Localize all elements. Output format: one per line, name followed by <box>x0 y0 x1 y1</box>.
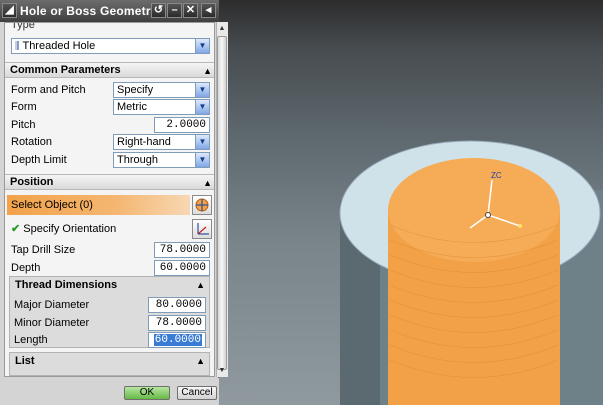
scroll-down-icon[interactable]: ▼ <box>217 365 227 377</box>
length-label: Length <box>14 334 48 346</box>
list-header[interactable]: List ▲ <box>10 353 209 369</box>
csys-icon <box>197 223 209 235</box>
form-and-pitch-label: Form and Pitch <box>11 84 86 96</box>
chevron-up-icon[interactable]: ▲ <box>196 353 205 369</box>
hole-or-boss-dialog: ◢ Hole or Boss Geometry ↺ – ✕ ◂ Type ⫼ T… <box>0 0 228 405</box>
thread-hole-top <box>388 158 560 262</box>
pitch-input[interactable]: 2.0000 <box>154 117 210 133</box>
minor-diameter-label: Minor Diameter <box>14 317 90 329</box>
major-diameter-label: Major Diameter <box>14 299 90 311</box>
type-dropdown[interactable]: ⫼ Threaded Hole ▼ <box>11 38 210 54</box>
more-icon[interactable]: ◂ <box>201 3 216 18</box>
rotation-dropdown[interactable]: Right-hand ▼ <box>113 134 210 150</box>
position-header[interactable]: Position ▲ <box>5 174 214 191</box>
list-label: List <box>15 355 35 367</box>
position-label: Position <box>10 176 54 188</box>
form-label: Form <box>11 101 37 113</box>
close-icon[interactable]: ✕ <box>183 3 198 18</box>
chevron-up-icon[interactable]: ▲ <box>203 176 212 191</box>
scrollbar-thumb[interactable] <box>217 36 227 370</box>
point-select-icon <box>195 198 209 212</box>
specify-orientation-row[interactable]: ✔ Specify Orientation <box>11 221 116 237</box>
chevron-up-icon[interactable]: ▲ <box>203 64 212 79</box>
length-input[interactable]: 60.0000 <box>148 332 206 348</box>
hole-geometry-icon: ◢ <box>2 3 17 18</box>
thread-dimensions-header[interactable]: Thread Dimensions ▲ <box>10 277 209 293</box>
major-diameter-input[interactable]: 80.0000 <box>148 297 206 313</box>
chevron-down-icon[interactable]: ▼ <box>195 83 209 97</box>
thread-dimensions-group: Thread Dimensions ▲ Major Diameter 80.00… <box>9 276 210 348</box>
length-value-selected: 60.0000 <box>153 334 202 346</box>
depth-input[interactable]: 60.0000 <box>154 260 210 276</box>
chevron-down-icon[interactable]: ▼ <box>195 100 209 114</box>
specify-orientation-label: Specify Orientation <box>23 223 117 235</box>
select-object-label: Select Object (0) <box>11 199 93 211</box>
rotation-value: Right-hand <box>117 136 171 148</box>
rotation-label: Rotation <box>11 136 52 148</box>
list-group: List ▲ <box>9 352 210 376</box>
scroll-up-icon[interactable]: ▲ <box>217 23 227 35</box>
reset-icon[interactable]: ↺ <box>151 3 166 18</box>
threaded-hole-icon: ⫼ <box>15 41 20 52</box>
select-object-row[interactable]: Select Object (0) <box>7 195 190 215</box>
dialog-footer: OK Cancel <box>0 378 219 405</box>
form-dropdown[interactable]: Metric ▼ <box>113 99 210 115</box>
dialog-title: Hole or Boss Geometry <box>20 4 158 18</box>
depth-limit-value: Through <box>117 154 158 166</box>
chevron-up-icon[interactable]: ▲ <box>196 277 205 293</box>
cancel-button[interactable]: Cancel <box>177 386 217 400</box>
type-value: Threaded Hole <box>22 40 96 52</box>
form-and-pitch-value: Specify <box>117 84 154 96</box>
csys-dialog-button[interactable] <box>192 219 212 239</box>
ok-button[interactable]: OK <box>124 386 170 400</box>
type-section-label: Type <box>11 22 35 31</box>
common-parameters-label: Common Parameters <box>10 64 121 76</box>
chevron-down-icon[interactable]: ▼ <box>195 39 209 53</box>
depth-limit-label: Depth Limit <box>11 154 67 166</box>
form-value: Metric <box>117 101 147 113</box>
zc-axis-label: ZC <box>491 171 502 180</box>
common-parameters-header[interactable]: Common Parameters ▲ <box>5 62 214 79</box>
form-and-pitch-dropdown[interactable]: Specify ▼ <box>113 82 210 98</box>
depth-label: Depth <box>11 262 41 274</box>
chevron-down-icon[interactable]: ▼ <box>195 153 209 167</box>
tap-drill-size-label: Tap Drill Size <box>11 244 76 256</box>
chevron-down-icon[interactable]: ▼ <box>195 135 209 149</box>
point-dialog-button[interactable] <box>192 195 212 215</box>
minor-diameter-input[interactable]: 78.0000 <box>148 315 206 331</box>
tap-drill-size-input[interactable]: 78.0000 <box>154 242 210 258</box>
checkmark-icon: ✔ <box>11 223 21 235</box>
dialog-titlebar[interactable]: ◢ Hole or Boss Geometry ↺ – ✕ ◂ <box>0 0 219 22</box>
pitch-label: Pitch <box>11 119 36 131</box>
collapse-icon[interactable]: – <box>167 3 182 18</box>
depth-limit-dropdown[interactable]: Through ▼ <box>113 152 210 168</box>
thread-dimensions-label: Thread Dimensions <box>15 279 118 291</box>
